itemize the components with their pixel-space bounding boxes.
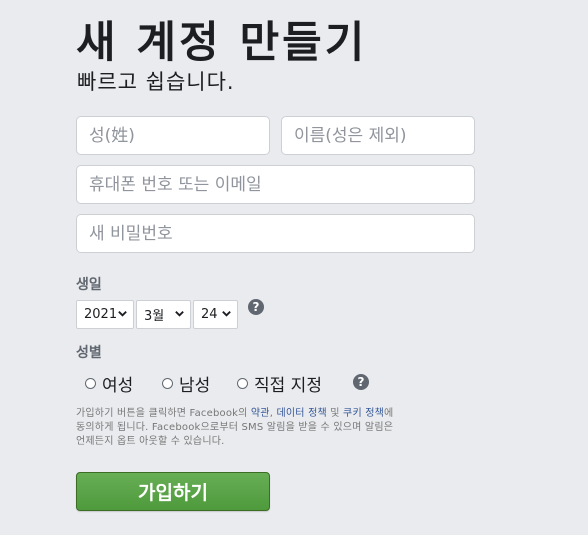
terms-link[interactable]: 약관 [251, 408, 270, 419]
radio-button[interactable] [237, 378, 248, 389]
gender-option-female[interactable]: 여성 [85, 371, 133, 396]
gender-option-label: 남성 [179, 376, 211, 396]
phone-or-email-input[interactable] [76, 165, 475, 204]
birth-year-select[interactable]: 2021 [76, 300, 134, 329]
gender-option-male[interactable]: 남성 [162, 371, 210, 396]
gender-help-icon[interactable]: ? [353, 374, 369, 390]
gender-label: 성별 [76, 345, 102, 361]
gender-option-label: 직접 지정 [254, 376, 322, 396]
last-name-input[interactable] [76, 116, 270, 155]
cookie-policy-link[interactable]: 쿠키 정책 [343, 408, 384, 419]
page-title: 새 계정 만들기 [76, 18, 368, 68]
terms-text: 가입하기 버튼을 클릭하면 Facebook의 약관, 데이터 정책 및 쿠키 … [76, 407, 396, 449]
new-password-input[interactable] [76, 214, 475, 253]
radio-button[interactable] [162, 378, 173, 389]
first-name-input[interactable] [281, 116, 475, 155]
birthday-label: 생일 [76, 277, 102, 293]
radio-button[interactable] [85, 378, 96, 389]
chevron-down-icon [175, 311, 184, 317]
terms-separator: 및 [326, 408, 344, 419]
birth-month-value: 3월 [144, 309, 165, 324]
birth-year-value: 2021 [84, 307, 118, 322]
terms-text-part: 가입하기 버튼을 클릭하면 Facebook의 [76, 408, 251, 419]
birthday-help-icon[interactable]: ? [248, 299, 264, 315]
birth-day-value: 24 [201, 307, 218, 322]
page-subtitle: 빠르고 쉽습니다. [77, 70, 235, 94]
chevron-down-icon [222, 311, 231, 317]
gender-option-label: 여성 [102, 376, 134, 396]
birth-month-select[interactable]: 3월 [136, 300, 191, 329]
gender-option-custom[interactable]: 직접 지정 [237, 371, 322, 396]
chevron-down-icon [118, 311, 127, 317]
signup-button[interactable]: 가입하기 [76, 472, 270, 511]
data-policy-link[interactable]: 데이터 정책 [276, 408, 326, 419]
birth-day-select[interactable]: 24 [193, 300, 238, 329]
